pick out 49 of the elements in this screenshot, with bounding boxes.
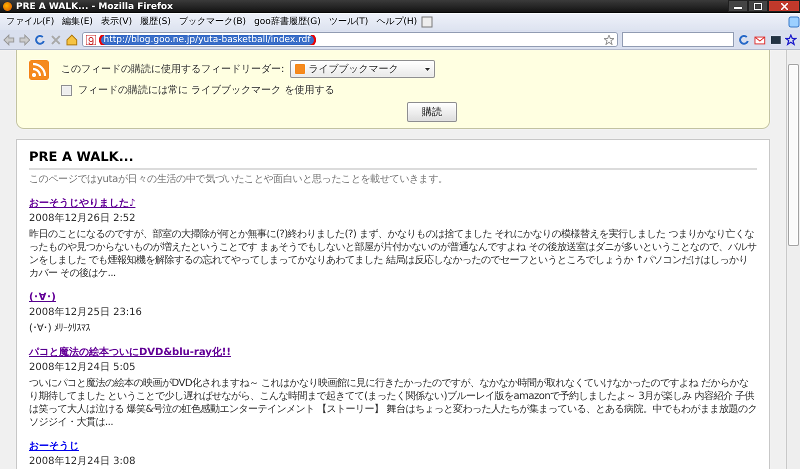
rss-icon xyxy=(29,60,49,80)
forward-icon[interactable] xyxy=(18,34,30,46)
entry-date: 2008年12月24日 3:08 xyxy=(29,455,137,468)
bookmark-star-icon[interactable] xyxy=(604,34,614,44)
entry-title-link[interactable]: おーそうじやりました♪ xyxy=(29,196,136,210)
entry-summary: ついにパコと魔法の絵本の映画がDVD化されますね～ これはかなり映画館に見に行きたかったのですが、なかなか時間が取れなくていけなかったのですよね だからかなり期待してました ということで少し遅ればせながら、こんな時間まで起きてて(まったく関係ない)ブルーレイ版をamazonで予約しましたよ～ 3月が楽しみ 内容紹介 子供は笑って大人は泣ける 爆笑&号泣の虹色感動エンターテインメント 【ストーリー】 舞台はちょっと変わった人たちが集まっている、とある病院。中でもわがまま放題のクソジジイ・大貫は... xyxy=(29,377,757,429)
window-title: PRE A WALK... - Mozilla Firefox xyxy=(16,2,174,12)
star-icon[interactable] xyxy=(785,34,798,46)
entry-title-link[interactable]: おーそうじ xyxy=(29,439,79,453)
menu-item[interactable]: goo辞書履歴(G) xyxy=(250,15,325,28)
menu-item[interactable]: ブックマーク(B) xyxy=(174,15,250,28)
maximize-button[interactable] xyxy=(748,0,768,12)
mail-icon[interactable] xyxy=(754,34,766,46)
home-icon[interactable] xyxy=(66,34,78,46)
menu-item[interactable]: 表示(V) xyxy=(96,15,136,28)
entry-date: 2008年12月24日 5:05 xyxy=(29,361,137,374)
close-button[interactable] xyxy=(768,0,800,12)
close-icon xyxy=(780,2,788,10)
feed-reader-dropdown[interactable]: ライブブックマーク xyxy=(290,60,436,78)
menu-item[interactable]: ツール(T) xyxy=(324,15,372,28)
subscribe-button[interactable]: 購読 xyxy=(407,102,457,122)
menu-item[interactable]: ファイル(F) xyxy=(2,15,58,28)
firefox-icon xyxy=(3,2,12,11)
always-use-checkbox[interactable] xyxy=(61,84,72,96)
toolbar-icon[interactable] xyxy=(770,34,782,46)
entry-summary: 昨日のことになるのですが、部室の大掃除が何とか無事に(?)終わりました(?) まず、かなりものは捨てました それにかなりの模様替えを実行しました つまりかなり亡くなったものや見つからないものが増えたということです まぁそうでもしないと部屋が片付かないのが普通なんですよね その後放送室はダニが多いということなので、バルサンをしました でも煙報知機を解除するの忘れてやってしまってかなりあわてました 結局は反応しなかったのでセーフというところでしょうか ↑パソコンだけはしっかりカバー その後はケ... xyxy=(29,228,757,280)
entry-title-link[interactable]: (･∀･) xyxy=(29,291,56,303)
refresh-icon[interactable] xyxy=(738,34,750,46)
entry-title-link[interactable]: パコと魔法の絵本ついにDVD&blu-ray化!! xyxy=(29,345,231,359)
address-field[interactable]: http://blog.goo.ne.jp/yuta-basketball/index.rdf xyxy=(82,32,618,47)
search-field[interactable] xyxy=(622,32,734,47)
scrollbar[interactable] xyxy=(786,50,800,469)
maximize-icon xyxy=(754,2,762,10)
reload-icon[interactable] xyxy=(34,34,46,46)
caret-icon xyxy=(425,68,430,70)
blog-description: このページではyutaが日々の生活の中で気づいたことや面白いと思ったことを載せていきます。 xyxy=(29,172,449,186)
feed-reader-label: このフィードの購読に使用するフィードリーダー: xyxy=(61,62,284,76)
entry-date: 2008年12月25日 23:16 xyxy=(29,306,143,319)
entry-date: 2008年12月26日 2:52 xyxy=(29,212,137,225)
minimize-button[interactable] xyxy=(728,0,748,12)
entry-summary: (･∀･) ﾒﾘｰｸﾘｽﾏｽ xyxy=(29,322,91,335)
back-icon[interactable] xyxy=(3,34,15,46)
activity-icon xyxy=(788,16,800,28)
always-use-label: フィードの購読には常に ライブブックマーク を使用する xyxy=(78,84,334,97)
menu-item[interactable]: ヘルプ(H) xyxy=(372,15,422,28)
site-icon xyxy=(86,34,96,44)
blog-title: PRE A WALK... xyxy=(29,150,757,170)
menu-item[interactable]: 編集(E) xyxy=(58,15,97,28)
menu-item[interactable]: 履歴(S) xyxy=(136,15,175,28)
